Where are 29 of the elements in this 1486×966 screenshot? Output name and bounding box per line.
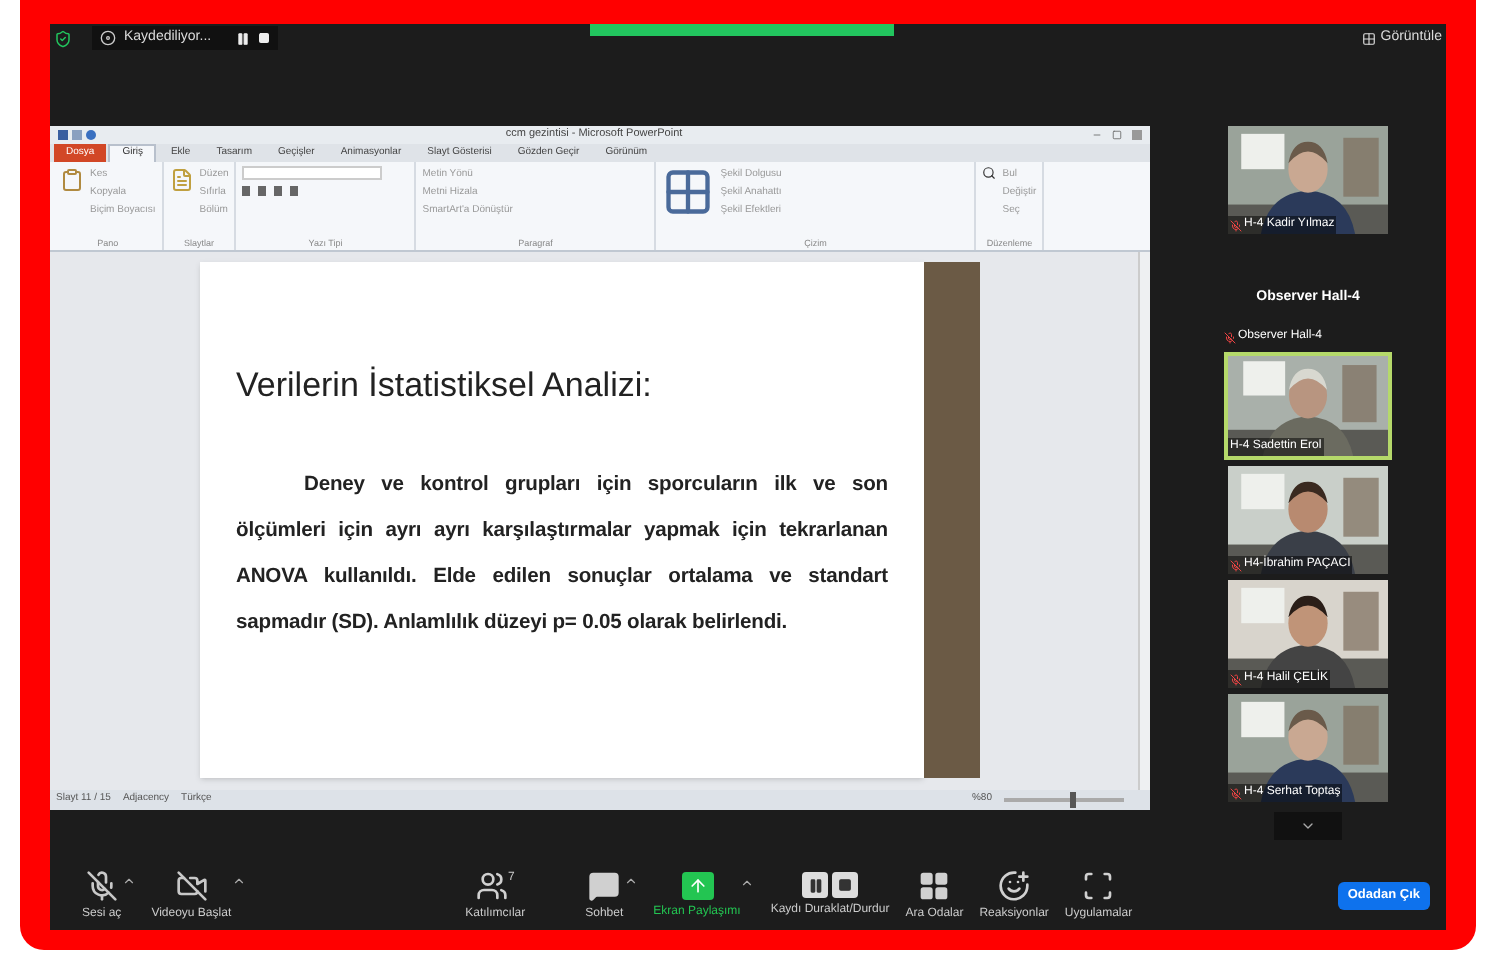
maximize-icon[interactable] (1112, 130, 1122, 140)
slide-title: Verilerin İstatistiksel Analizi: (236, 366, 654, 406)
pause-stop-icon (802, 872, 859, 898)
muted-microphone-icon (85, 869, 118, 901)
quick-access-icons[interactable] (58, 130, 96, 140)
participants-icon (475, 869, 508, 901)
caret-icon[interactable] (740, 875, 755, 889)
scrollbar[interactable] (1138, 252, 1150, 790)
pause-icon[interactable] (235, 31, 250, 45)
grid-icon (1362, 31, 1377, 45)
smiley-icon (998, 869, 1031, 901)
find-icon[interactable] (982, 166, 997, 180)
slide-paragraph: Deney ve kontrol grupları için sporcuların ilk ve son ölçümleri için ayrı ayrı karşılaştırmalar yapmak için tekrarlanan ANOVA kullanıldı. Elde edilen sonuçlar ortalama ve standart sapmadır (SD). Anlamlılık düzeyi p= 0.05 olarak belirlendi. (236, 472, 888, 638)
chat-icon (588, 869, 621, 901)
paste-icon[interactable] (60, 166, 84, 194)
shapes-icon[interactable] (662, 166, 715, 218)
caret-icon[interactable] (121, 873, 136, 887)
caret-icon[interactable] (231, 873, 246, 887)
font-controls[interactable] (242, 166, 383, 196)
recording-icon (100, 30, 116, 46)
stop-icon[interactable] (257, 32, 270, 44)
zoom-thumb[interactable] (1070, 792, 1076, 808)
shield-icon (54, 29, 72, 47)
chevron-down-icon (1300, 818, 1316, 834)
caret-icon[interactable] (623, 873, 638, 887)
apps-icon (1082, 869, 1115, 901)
video-off-icon (175, 869, 208, 901)
grid-icon (918, 869, 951, 901)
share-screen-icon (681, 871, 713, 899)
